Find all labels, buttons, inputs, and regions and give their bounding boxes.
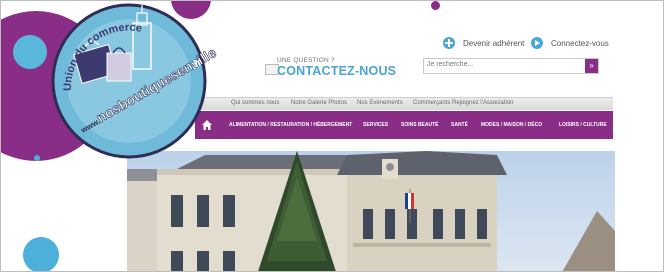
decorative-teal-dot xyxy=(34,155,40,161)
nav-item-services[interactable]: SERVICES xyxy=(363,122,388,128)
town-hall-image xyxy=(127,151,615,271)
nav-item-fashion[interactable]: MODES / MAISON / DÉCO xyxy=(481,122,542,128)
become-member-link[interactable]: Devenir adhérent xyxy=(443,37,524,49)
subnav-item-join[interactable]: Commerçants Rejoignez l'Association xyxy=(413,100,514,106)
become-member-label: Devenir adhérent xyxy=(463,38,525,48)
decorative-teal-circle-bottom xyxy=(23,237,59,271)
contact-question: UNE QUESTION ? xyxy=(277,57,335,64)
nav-item-leisure[interactable]: LOISIRS / CULTURE xyxy=(559,122,607,128)
nav-item-health[interactable]: SANTÉ xyxy=(451,122,468,128)
page-frame: Devenir adhérent Connectez-vous UNE QUES… xyxy=(0,0,664,272)
subnav-item-gallery[interactable]: Notre Galerie Photos xyxy=(291,100,347,106)
subnav-item-events[interactable]: Nos Evènements xyxy=(357,100,403,106)
contact-label: CONTACTEZ-NOUS xyxy=(277,64,397,78)
search-button[interactable]: » xyxy=(585,59,598,73)
hero-photo xyxy=(127,151,615,271)
search-box: Je recherche... » xyxy=(423,58,599,74)
site-logo[interactable]: Union du commerce www. nosboutiquesenvil… xyxy=(41,3,217,159)
login-link[interactable]: Connectez-vous xyxy=(531,37,609,49)
nav-item-food[interactable]: ALIMENTATION / RESTAURATION / HÉBERGEMEN… xyxy=(229,122,352,128)
subnav-item-about[interactable]: Qui sommes nous xyxy=(231,100,279,106)
decorative-purple-dot xyxy=(431,1,440,10)
search-input[interactable]: Je recherche... xyxy=(427,61,473,68)
plus-icon xyxy=(443,37,455,49)
arrow-right-icon xyxy=(531,37,543,49)
main-nav: ALIMENTATION / RESTAURATION / HÉBERGEMEN… xyxy=(195,111,613,139)
nav-item-beauty[interactable]: SOINS BEAUTÉ xyxy=(401,122,439,128)
secondary-nav: Qui sommes nous Notre Galerie Photos Nos… xyxy=(201,97,613,110)
login-label: Connectez-vous xyxy=(551,38,609,48)
